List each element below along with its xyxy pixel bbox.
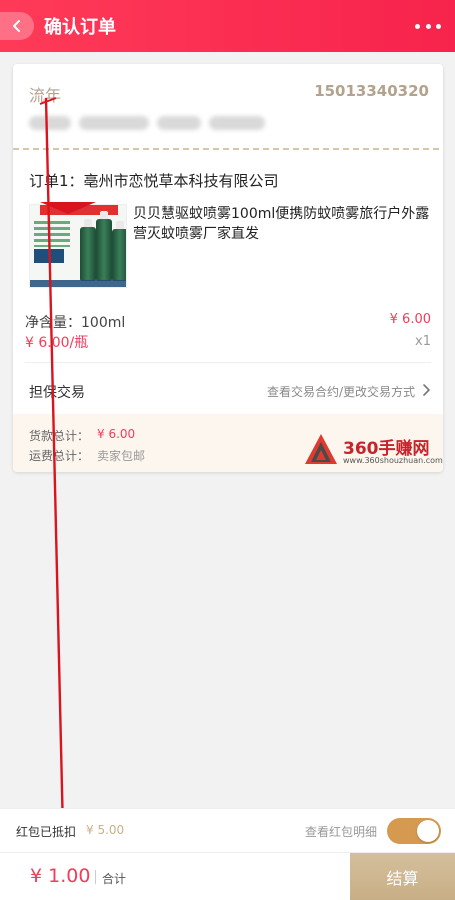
red-packet-label: 红包已抵扣 — [16, 825, 77, 839]
checkout-bar: ¥ 1.00 合计 结算 — [0, 852, 455, 900]
order-card: 流年 15013340320 订单1：亳州市恋悦草本科技有限公司 贝贝慧驱蚊喷雾… — [13, 64, 443, 472]
more-menu-button[interactable] — [415, 14, 441, 38]
back-button[interactable] — [0, 12, 34, 40]
watermark-url: www.360shouzhuan.com — [343, 456, 443, 465]
store-name: 订单1：亳州市恋悦草本科技有限公司 — [29, 172, 279, 190]
address-divider — [13, 148, 443, 150]
red-packet-amount: ¥ 5.00 — [86, 823, 125, 837]
product-title[interactable]: 贝贝慧驱蚊喷雾100ml便携防蚊喷雾旅行户外露营灭蚊喷雾厂家直发 — [133, 204, 431, 244]
red-packet-bar: 红包已抵扣 ¥ 5.00 查看红包明细 — [0, 808, 455, 852]
escrow-link[interactable]: 查看交易合约/更改交易方式 — [267, 383, 415, 400]
product-image[interactable] — [29, 204, 127, 288]
product-price: ¥ 6.00 — [389, 312, 431, 327]
watermark-logo-icon — [305, 434, 337, 464]
chevron-right-icon — [423, 384, 430, 396]
bottle-icon — [80, 219, 96, 281]
more-dot-icon — [425, 23, 431, 29]
divider — [25, 362, 431, 363]
product-spec: 净含量：100ml — [25, 315, 126, 331]
unit-price: ¥ 6.00/瓶 — [25, 335, 89, 351]
checkout-button[interactable]: 结算 — [350, 853, 455, 900]
red-packet-detail-link[interactable]: 查看红包明细 — [305, 823, 377, 840]
spec-row: 净含量：100ml ¥ 6.00 — [25, 312, 431, 332]
recipient-phone: 15013340320 — [314, 82, 429, 100]
quantity: x1 — [415, 334, 431, 349]
goods-total-label: 货款总计： — [29, 429, 90, 443]
chevron-left-icon — [13, 20, 20, 32]
goods-total-value: ¥ 6.00 — [97, 427, 136, 441]
address-block[interactable]: 流年 15013340320 — [13, 64, 443, 150]
escrow-label: 担保交易 — [29, 385, 85, 401]
more-dot-icon — [436, 23, 441, 29]
bottle-icon — [96, 211, 112, 281]
toggle-knob — [417, 820, 439, 842]
page-title: 确认订单 — [44, 17, 116, 38]
escrow-row[interactable]: 担保交易 查看交易合约/更改交易方式 — [29, 382, 431, 402]
total-label: 合计 — [102, 872, 127, 886]
more-dot-icon — [415, 23, 420, 29]
shipping-total-label: 运费总计： — [29, 449, 90, 463]
recipient-name: 流年 — [29, 86, 62, 105]
app-header: 确认订单 — [0, 0, 455, 52]
address-blurred — [29, 116, 265, 132]
shipping-total-value: 卖家包邮 — [97, 449, 146, 463]
red-packet-toggle[interactable] — [387, 818, 441, 844]
watermark: 360手赚网 www.360shouzhuan.com — [303, 432, 453, 468]
unit-row: ¥ 6.00/瓶 x1 — [25, 332, 431, 352]
total-price: ¥ 1.00 — [30, 865, 91, 887]
bottle-icon — [112, 221, 126, 281]
